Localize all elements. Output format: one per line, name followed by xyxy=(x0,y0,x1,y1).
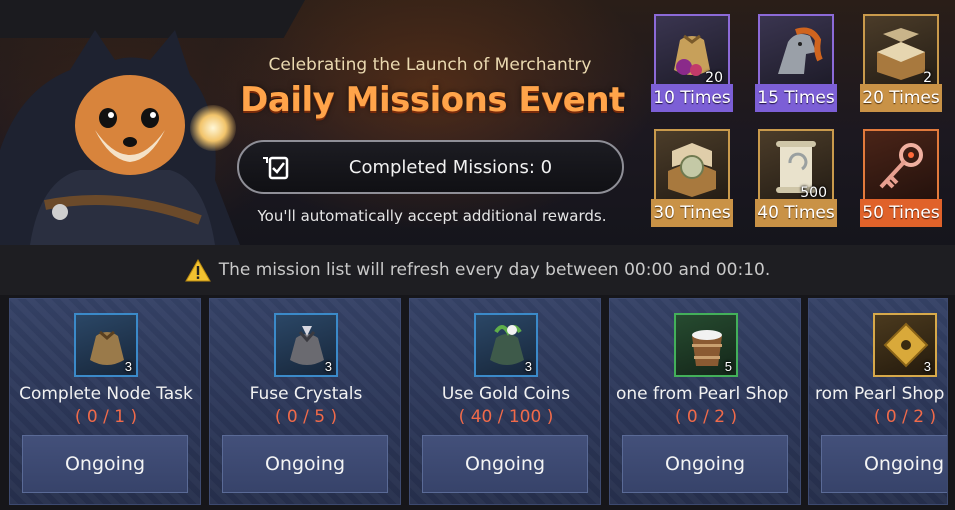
checklist-icon xyxy=(263,156,289,180)
ongoing-button[interactable]: Ongoing xyxy=(22,435,188,493)
event-subtitle: Celebrating the Launch of Merchantry xyxy=(268,55,592,75)
reward-label: 20 Times xyxy=(860,84,942,112)
ongoing-button[interactable]: Ongoing xyxy=(222,435,388,493)
event-title: Daily Missions Event xyxy=(240,80,625,120)
reward-slot: 2 xyxy=(863,14,939,90)
reward-tier-15[interactable]: 15 Times xyxy=(755,14,837,114)
mission-name: Complete Node Task xyxy=(19,384,193,404)
reward-tier-50[interactable]: 50 Times xyxy=(860,129,942,229)
completed-missions-counter: Completed Missions: 0 xyxy=(237,140,624,194)
refresh-notice-text: The mission list will refresh every day … xyxy=(218,260,771,280)
mission-reward-slot[interactable]: 3 xyxy=(873,313,937,377)
mission-progress: ( 0 / 2 ) xyxy=(674,407,738,427)
reward-tier-40[interactable]: 500 40 Times xyxy=(755,129,837,229)
mission-name: Fuse Crystals xyxy=(249,384,363,404)
reward-slot: 500 xyxy=(758,129,834,205)
ongoing-button[interactable]: Ongoing xyxy=(622,435,788,493)
mission-reward-slot[interactable]: 3 xyxy=(274,313,338,377)
refresh-notice: The mission list will refresh every day … xyxy=(0,245,955,295)
reward-label: 30 Times xyxy=(651,199,733,227)
mission-progress: ( 0 / 2 ) xyxy=(873,407,937,427)
mission-reward-quantity: 3 xyxy=(524,359,532,374)
mission-reward-quantity: 3 xyxy=(324,359,332,374)
mission-reward-slot[interactable]: 3 xyxy=(474,313,538,377)
mission-name: Use Gold Coins xyxy=(441,384,571,404)
reward-tier-30[interactable]: 30 Times xyxy=(651,129,733,229)
mission-reward-quantity: 3 xyxy=(124,359,132,374)
treasure-chest-icon xyxy=(877,28,925,80)
reward-label: 10 Times xyxy=(651,84,733,112)
mission-reward-slot[interactable]: 5 xyxy=(674,313,738,377)
event-banner: Celebrating the Launch of Merchantry Dai… xyxy=(0,0,955,245)
ornate-key-icon xyxy=(879,143,923,189)
mission-progress: ( 0 / 1 ) xyxy=(74,407,138,427)
reward-label: 15 Times xyxy=(755,84,837,112)
reward-tier-10[interactable]: 20 10 Times xyxy=(651,14,733,114)
mission-card: 3 Complete Node Task ( 0 / 1 ) Ongoing xyxy=(9,298,201,505)
mission-reward-quantity: 5 xyxy=(724,359,732,374)
auto-accept-note: You'll automatically accept additional r… xyxy=(257,207,607,225)
mission-card: 3 Fuse Crystals ( 0 / 5 ) Ongoing xyxy=(209,298,401,505)
reward-label: 40 Times xyxy=(755,199,837,227)
reward-label: 50 Times xyxy=(860,199,942,227)
mission-name: one from Pearl Shop xyxy=(616,384,789,404)
reward-slot xyxy=(863,129,939,205)
mission-progress: ( 40 / 100 ) xyxy=(458,407,554,427)
completed-missions-text: Completed Missions: 0 xyxy=(348,156,553,178)
reward-slot xyxy=(758,14,834,90)
mission-progress: ( 0 / 5 ) xyxy=(274,407,338,427)
reward-slot: 20 xyxy=(654,14,730,90)
reward-slot xyxy=(654,129,730,205)
reward-tier-20[interactable]: 2 20 Times xyxy=(860,14,942,114)
mission-card: 3 Use Gold Coins ( 40 / 100 ) Ongoing xyxy=(409,298,601,505)
mission-reward-quantity: 3 xyxy=(923,359,931,374)
mission-list[interactable]: 3 Complete Node Task ( 0 / 1 ) Ongoing 3… xyxy=(0,295,955,510)
mission-reward-slot[interactable]: 3 xyxy=(74,313,138,377)
orb-chest-icon xyxy=(668,143,716,197)
ongoing-button[interactable]: Ongoing xyxy=(821,435,947,493)
warning-icon xyxy=(184,258,211,281)
ongoing-button[interactable]: Ongoing xyxy=(422,435,588,493)
mission-name: rom Pearl Shop xyxy=(815,384,945,404)
horse-head-icon xyxy=(778,27,823,74)
mission-card: 5 one from Pearl Shop ( 0 / 2 ) Ongoing xyxy=(609,298,801,505)
mission-card: 3 rom Pearl Shop ( 0 / 2 ) Ongoing xyxy=(808,298,948,505)
